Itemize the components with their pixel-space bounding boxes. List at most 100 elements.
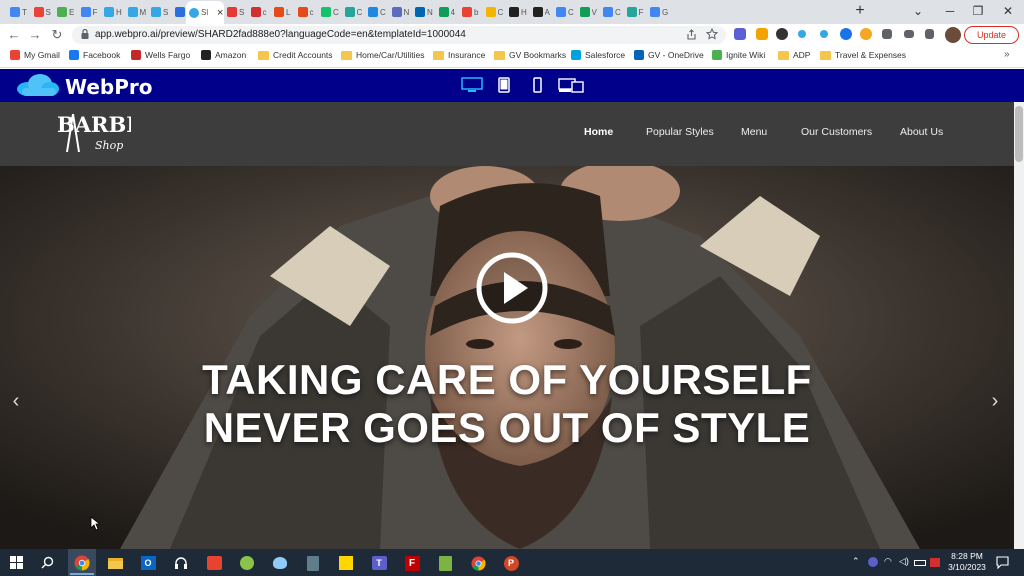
forward-icon[interactable]: → [27, 27, 43, 43]
sticky-notes-icon[interactable] [336, 553, 356, 573]
browser-tab[interactable]: F [78, 3, 100, 21]
reload-icon[interactable]: ↻ [49, 27, 65, 43]
browser-tab[interactable]: c [295, 3, 317, 21]
update-button[interactable]: Update [964, 26, 1019, 44]
windows-start-icon[interactable] [10, 556, 23, 569]
browser-tab[interactable]: S [224, 3, 246, 21]
teams-icon[interactable]: T [369, 553, 389, 573]
bookmark-star-icon[interactable] [706, 28, 718, 40]
chrome-second-icon[interactable] [468, 553, 488, 573]
powerpoint-icon[interactable]: P [501, 553, 521, 573]
scrollbar-thumb[interactable] [1015, 106, 1023, 162]
filezilla-icon[interactable]: F [402, 553, 422, 573]
nav-link-menu[interactable]: Menu [741, 126, 767, 138]
browser-tab[interactable]: N [389, 3, 411, 21]
bookmark-item[interactable]: Amazon [201, 50, 246, 60]
extension-2-icon[interactable] [776, 28, 788, 40]
bookmark-item[interactable]: ADP [778, 50, 810, 60]
bookmark-item[interactable]: Insurance [433, 50, 485, 60]
extensions-puzzle-icon[interactable] [882, 29, 892, 39]
notifications-icon[interactable] [996, 556, 1009, 569]
mobile-icon[interactable] [533, 77, 542, 93]
browser-tab[interactable]: H [101, 3, 123, 21]
new-tab-button[interactable]: + [852, 3, 868, 19]
teams-tray-icon[interactable] [868, 557, 878, 567]
bookmark-item[interactable]: Facebook [69, 50, 120, 60]
browser-tab[interactable]: C [600, 3, 622, 21]
bookmark-item[interactable]: My Gmail [10, 50, 60, 60]
bookmark-item[interactable]: Salesforce [571, 50, 625, 60]
profile-avatar[interactable] [945, 27, 961, 43]
tablet-icon[interactable] [498, 77, 510, 93]
extension-4-icon[interactable] [820, 30, 828, 38]
close-tab-icon[interactable]: × [217, 7, 223, 19]
reading-list-icon[interactable] [904, 30, 914, 38]
bookmark-item[interactable]: Travel & Expenses [820, 50, 906, 60]
desktop-icon[interactable] [461, 77, 483, 93]
extension-3-icon[interactable] [798, 30, 806, 38]
browser-tab[interactable]: V [577, 3, 599, 21]
restore-icon[interactable]: ❐ [962, 0, 994, 22]
outlook-icon[interactable]: O [138, 553, 158, 573]
extension-d-icon[interactable] [734, 28, 746, 40]
bookmark-item[interactable]: GV - OneDrive [634, 50, 704, 60]
browser-tab[interactable]: C [553, 3, 575, 21]
active-tab[interactable]: Sl × [186, 1, 224, 24]
bookmark-item[interactable]: Wells Fargo [131, 50, 190, 60]
browser-tab[interactable]: C [483, 3, 505, 21]
nav-link-about-us[interactable]: About Us [900, 126, 943, 138]
browser-tab[interactable]: G [647, 3, 669, 21]
nav-link-popular-styles[interactable]: Popular Styles [646, 126, 714, 138]
headset-icon[interactable] [171, 553, 191, 573]
battery-icon[interactable] [914, 560, 926, 566]
browser-tab[interactable]: N [412, 3, 434, 21]
file-explorer-icon[interactable] [105, 553, 125, 573]
side-panel-icon[interactable] [925, 29, 934, 39]
network-icon[interactable]: ◠ [884, 556, 892, 567]
browser-tab[interactable]: A [530, 3, 552, 21]
anydesk-icon[interactable] [204, 553, 224, 573]
browser-tab[interactable]: T [7, 3, 29, 21]
browser-tab[interactable]: b [459, 3, 481, 21]
nav-link-home[interactable]: Home [584, 126, 613, 138]
search-icon[interactable] [41, 556, 54, 569]
browser-tab[interactable]: c [248, 3, 270, 21]
notepad-plus-icon[interactable] [435, 553, 455, 573]
taskbar-chrome-active[interactable] [68, 549, 96, 576]
browser-tab[interactable]: M [125, 3, 147, 21]
extension-5-icon[interactable] [840, 28, 852, 40]
browser-tab[interactable]: H [506, 3, 528, 21]
browser-tab[interactable]: C [342, 3, 364, 21]
browser-tab[interactable]: C [318, 3, 340, 21]
bookmark-item[interactable]: Ignite Wiki [712, 50, 765, 60]
more-bookmarks-icon[interactable]: » [1004, 49, 1010, 60]
close-window-icon[interactable]: ✕ [992, 0, 1024, 22]
tab-search-icon[interactable]: ⌄ [902, 0, 934, 22]
show-hidden-icons-icon[interactable]: ⌃ [852, 556, 860, 567]
paint-icon[interactable] [270, 553, 290, 573]
previous-slide-arrow-icon[interactable]: ‹ [8, 390, 24, 412]
nav-link-our-customers[interactable]: Our Customers [801, 126, 872, 138]
browser-tab[interactable]: 4 [436, 3, 458, 21]
browser-tab[interactable]: E [54, 3, 76, 21]
url-text[interactable]: app.webpro.ai/preview/SHARD2fad888e0?lan… [95, 29, 466, 40]
browser-tab[interactable]: S [148, 3, 170, 21]
alert-tray-icon[interactable] [930, 558, 940, 567]
page-scrollbar[interactable] [1014, 102, 1024, 549]
calculator-icon[interactable] [303, 553, 323, 573]
taskbar-clock[interactable]: 8:28 PM 3/10/2023 [944, 551, 990, 573]
extension-6-icon[interactable] [860, 28, 872, 40]
bookmark-item[interactable]: GV Bookmarks [494, 50, 566, 60]
barber-shop-logo[interactable]: BARBER Shop [55, 108, 131, 156]
responsive-icon[interactable] [558, 77, 584, 93]
app-pen-icon[interactable] [237, 553, 257, 573]
browser-tab[interactable]: F [624, 3, 646, 21]
extension-1-icon[interactable] [756, 28, 768, 40]
browser-tab[interactable]: S [31, 3, 53, 21]
browser-tab[interactable]: L [271, 3, 293, 21]
share-icon[interactable] [686, 29, 697, 40]
play-video-button[interactable] [476, 252, 548, 324]
back-icon[interactable]: ← [6, 27, 22, 43]
browser-tab[interactable]: C [365, 3, 387, 21]
bookmark-item[interactable]: Credit Accounts [258, 50, 333, 60]
